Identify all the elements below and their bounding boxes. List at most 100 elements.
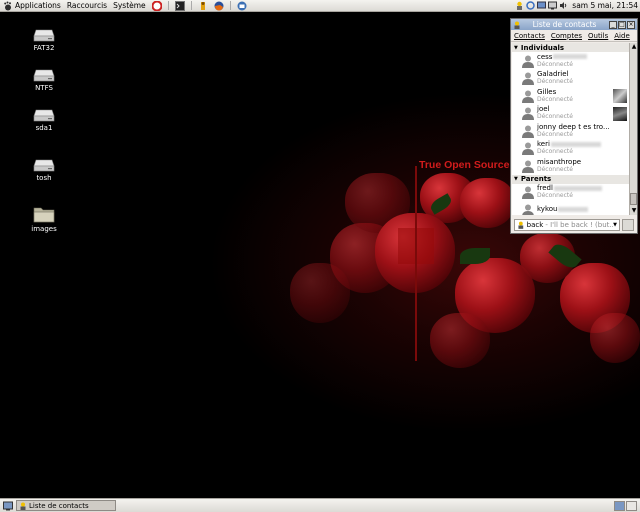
- wallpaper-red-strip: [415, 166, 417, 361]
- buddy-icon-button[interactable]: [622, 218, 634, 231]
- close-button[interactable]: ×: [627, 20, 635, 29]
- window-title: Liste de contacts: [532, 20, 597, 29]
- firefox-icon[interactable]: [213, 1, 225, 11]
- status-icon: [518, 221, 524, 229]
- scroll-up-icon[interactable]: ▲: [630, 43, 638, 51]
- redacted-text: [558, 206, 589, 212]
- workspace-1[interactable]: [614, 500, 625, 511]
- desktop-icon-label: images: [31, 225, 57, 233]
- redacted-text: [553, 185, 602, 191]
- desktop-icon-fat32[interactable]: FAT32: [14, 28, 74, 52]
- contact-name: Gilles: [537, 87, 557, 96]
- contact-row[interactable]: Galadriel Déconnecté: [512, 70, 629, 88]
- desktop-icon-sda1[interactable]: sda1: [14, 108, 74, 132]
- drive-icon: [33, 159, 55, 172]
- workspace-2[interactable]: [626, 500, 637, 511]
- menu-outils[interactable]: Outils: [588, 32, 608, 40]
- show-desktop-icon[interactable]: [3, 501, 13, 511]
- buddy-picture: [613, 89, 627, 103]
- contact-row[interactable]: keri Déconnecté: [512, 140, 629, 158]
- desktop-icon-label: NTFS: [35, 84, 53, 92]
- volume-icon[interactable]: [559, 1, 568, 10]
- contact-name: fredl: [537, 184, 553, 193]
- desktop-icon-label: sda1: [35, 124, 53, 132]
- contact-name: jonny deep t es tro...: [537, 122, 610, 131]
- contact-row[interactable]: joel Déconnecté: [512, 105, 629, 123]
- person-icon: [522, 55, 534, 68]
- contact-status: Déconnecté: [537, 165, 573, 173]
- desktop-icon-label: tosh: [36, 174, 52, 182]
- systeme-menu[interactable]: Système: [110, 0, 149, 12]
- person-icon: [522, 90, 534, 103]
- contact-name: misanthrope: [537, 157, 582, 166]
- network-icon[interactable]: [537, 1, 547, 10]
- window-titlebar[interactable]: Liste de contacts _ □ ×: [511, 19, 637, 30]
- buddy-list[interactable]: ▼ Individuals cess Déconnecté Galadriel Déc…: [512, 43, 629, 215]
- buddy-list-scrollbar[interactable]: ▲ ▼: [629, 43, 637, 215]
- drive-icon: [33, 29, 55, 42]
- notes-icon[interactable]: [197, 1, 209, 11]
- person-icon: [522, 204, 534, 215]
- thunderbird-icon[interactable]: [236, 1, 248, 11]
- workspace-switcher: [614, 500, 637, 511]
- person-icon: [522, 107, 534, 121]
- minimize-button[interactable]: _: [609, 20, 617, 29]
- display-icon[interactable]: [548, 1, 558, 10]
- help-icon[interactable]: [151, 0, 163, 11]
- contact-row[interactable]: cess Déconnecté: [512, 52, 629, 70]
- menu-comptes[interactable]: Comptes: [551, 32, 582, 40]
- menu-aide[interactable]: Aide: [614, 32, 629, 40]
- gnome-foot-icon: [4, 1, 11, 10]
- gaim-icon: [514, 21, 520, 29]
- taskbar-button-contacts[interactable]: Liste de contacts: [16, 500, 116, 511]
- group-name: Parents: [520, 175, 552, 183]
- status-message: - I'll be back ! (but...: [545, 220, 614, 229]
- maximize-button[interactable]: □: [618, 20, 626, 29]
- redacted-text: [550, 141, 601, 147]
- group-header-parents[interactable]: ▼ Parents: [512, 174, 629, 184]
- contact-name: cess: [537, 52, 553, 61]
- contact-list-window[interactable]: Liste de contacts _ □ × Contacts Comptes…: [510, 18, 638, 234]
- contact-status: Déconnecté: [537, 192, 573, 200]
- contact-row[interactable]: misanthrope Déconnecté: [512, 157, 629, 175]
- drive-icon: [33, 69, 55, 82]
- gaim-tray-icon[interactable]: [515, 1, 524, 10]
- status-selector[interactable]: back - I'll be back ! (but... ▼: [514, 218, 620, 231]
- expander-icon: ▼: [514, 44, 518, 51]
- gaim-icon: [20, 502, 26, 510]
- applications-menu-label: Applications: [15, 1, 61, 10]
- contact-row[interactable]: kykou: [512, 201, 629, 215]
- clock[interactable]: sam 5 mai, 21:54: [572, 1, 638, 10]
- drive-icon: [33, 109, 55, 122]
- contact-row[interactable]: Gilles Déconnecté: [512, 87, 629, 105]
- contact-row[interactable]: fredl Déconnecté: [512, 184, 629, 202]
- raccourcis-menu[interactable]: Raccourcis: [64, 0, 110, 12]
- status-bar: back - I'll be back ! (but... ▼: [512, 217, 636, 232]
- group-name: Individuals: [520, 43, 565, 52]
- menu-contacts[interactable]: Contacts: [514, 32, 545, 40]
- panel-separator: [167, 1, 169, 10]
- applications-menu[interactable]: Applications: [0, 0, 64, 12]
- contact-status: Déconnecté: [537, 95, 573, 103]
- group-header-individuals[interactable]: ▼ Individuals: [512, 43, 629, 52]
- systeme-menu-label: Système: [113, 1, 146, 10]
- taskbar-label: Liste de contacts: [29, 501, 89, 510]
- bottom-panel: Liste de contacts: [0, 498, 640, 512]
- scroll-down-icon[interactable]: ▼: [630, 207, 638, 215]
- desktop-icon-tosh[interactable]: tosh: [14, 158, 74, 182]
- person-icon: [522, 142, 534, 156]
- panel-separator: [229, 1, 231, 10]
- contact-name: keri: [537, 140, 550, 149]
- terminal-icon[interactable]: [174, 0, 186, 11]
- contact-name: Galadriel: [537, 70, 569, 79]
- desktop-icon-ntfs[interactable]: NTFS: [14, 68, 74, 92]
- scrollbar-thumb[interactable]: [630, 193, 637, 205]
- update-icon[interactable]: [526, 1, 536, 10]
- desktop-icon-images[interactable]: images: [14, 206, 74, 233]
- status-value: back: [526, 220, 544, 229]
- contact-status: Déconnecté: [537, 113, 573, 121]
- contact-row[interactable]: jonny deep t es tro... Déconnecté: [512, 122, 629, 140]
- folder-icon: [33, 207, 55, 223]
- panel-separator: [190, 1, 192, 10]
- chevron-down-icon: ▼: [613, 221, 617, 228]
